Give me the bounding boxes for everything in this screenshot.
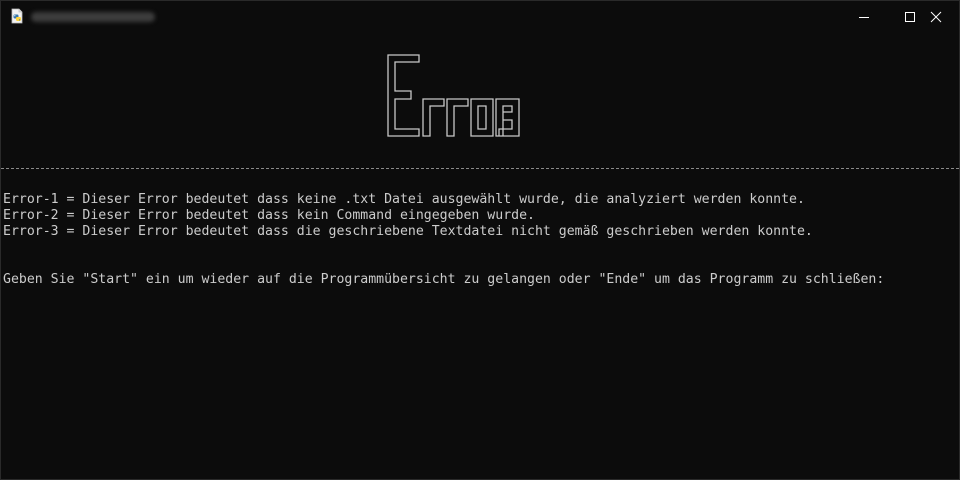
close-icon — [930, 11, 942, 22]
error-2-line: Error-2 = Dieser Error bedeutet dass kei… — [3, 208, 535, 223]
console-window: Error-1 = Dieser Error bedeutet dass kei… — [0, 0, 960, 480]
title-bar[interactable] — [1, 1, 959, 32]
minimize-button[interactable] — [841, 1, 887, 32]
window-title-redacted — [31, 12, 155, 22]
error-1-line: Error-1 = Dieser Error bedeutet dass kei… — [3, 192, 805, 207]
python-file-icon[interactable] — [9, 8, 25, 24]
close-button[interactable] — [913, 1, 959, 32]
minimize-icon — [859, 16, 869, 18]
console-output[interactable]: Error-1 = Dieser Error bedeutet dass kei… — [1, 32, 959, 479]
error-3-line: Error-3 = Dieser Error bedeutet dass die… — [3, 224, 813, 239]
error-ascii-logo — [387, 54, 520, 137]
input-prompt[interactable]: Geben Sie "Start" ein um wieder auf die … — [3, 272, 884, 288]
dashed-separator — [1, 168, 959, 169]
